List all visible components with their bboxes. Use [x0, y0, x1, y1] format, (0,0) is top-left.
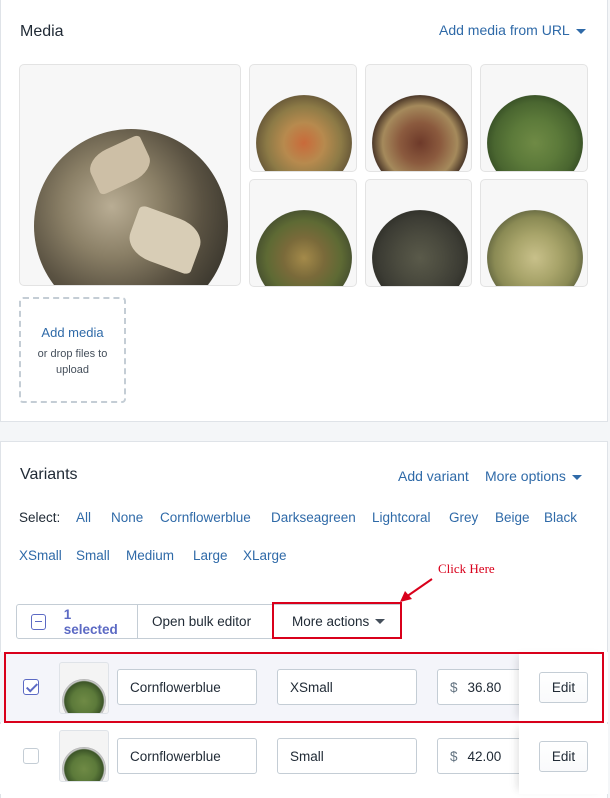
variants-title: Variants: [20, 466, 78, 483]
add-media-from-url-link[interactable]: Add media from URL: [439, 22, 586, 38]
tea-red-blend-image: [256, 95, 352, 171]
select-xlarge[interactable]: XLarge: [243, 548, 287, 563]
select-none[interactable]: None: [111, 510, 143, 525]
tea-berry-blend-image: [372, 95, 468, 171]
add-media-from-url-label: Add media from URL: [439, 22, 570, 38]
media-image-4[interactable]: [480, 64, 588, 172]
deselect-minus-icon[interactable]: [31, 613, 46, 630]
select-cornflowerblue[interactable]: Cornflowerblue: [160, 510, 251, 525]
tea-green-needle-image: [62, 747, 106, 781]
caret-down-icon: [575, 28, 586, 34]
select-all[interactable]: All: [76, 510, 91, 525]
variant-price-value: 42.00: [467, 748, 502, 764]
drop-files-hint: or drop files to upload: [37, 348, 108, 376]
tea-genmaicha-image: [256, 210, 352, 286]
more-options-label: More options: [485, 468, 566, 484]
variant-thumbnail: [59, 730, 109, 782]
open-bulk-editor-button[interactable]: Open bulk editor: [138, 605, 274, 638]
media-image-6[interactable]: [365, 179, 472, 287]
variant-color-field[interactable]: Cornflowerblue: [117, 738, 257, 774]
tea-green-needle-image: [487, 95, 583, 171]
more-options-link[interactable]: More options: [485, 468, 582, 484]
add-media-dropzone[interactable]: Add media or drop files to upload: [19, 297, 126, 403]
select-xsmall[interactable]: XSmall: [19, 548, 62, 563]
media-image-2[interactable]: [249, 64, 357, 172]
variant-row: Cornflowerblue Small $ 42.00 Edit: [0, 724, 608, 794]
media-title: Media: [20, 23, 64, 40]
select-black[interactable]: Black: [544, 510, 577, 525]
selected-row-highlight: [4, 652, 604, 723]
select-beige[interactable]: Beige: [495, 510, 530, 525]
select-grey[interactable]: Grey: [449, 510, 478, 525]
select-darkseagreen[interactable]: Darkseagreen: [271, 510, 356, 525]
caret-down-icon: [571, 474, 582, 480]
bulk-select-toggle[interactable]: 1 selected: [17, 605, 138, 638]
select-lightcoral[interactable]: Lightcoral: [372, 510, 431, 525]
add-media-link[interactable]: Add media: [21, 325, 124, 340]
media-image-3[interactable]: [365, 64, 472, 172]
select-medium[interactable]: Medium: [126, 548, 174, 563]
edit-variant-button[interactable]: Edit: [539, 741, 588, 772]
annotation-arrow-icon: [400, 578, 433, 602]
add-variant-link[interactable]: Add variant: [398, 468, 469, 484]
variant-row-checkbox[interactable]: [23, 748, 39, 764]
currency-symbol: $: [450, 748, 458, 764]
media-image-main[interactable]: [19, 64, 241, 286]
click-here-annotation: Click Here: [438, 561, 495, 576]
select-large[interactable]: Large: [193, 548, 228, 563]
select-small[interactable]: Small: [76, 548, 110, 563]
media-image-7[interactable]: [480, 179, 588, 287]
tea-lemongrass-image: [487, 210, 583, 286]
select-label: Select:: [19, 510, 61, 525]
selected-count: 1 selected: [63, 606, 118, 637]
variant-size-field[interactable]: Small: [277, 738, 417, 774]
more-actions-highlight: [272, 602, 402, 639]
tea-gunpowder-image: [372, 210, 468, 286]
media-image-5[interactable]: [249, 179, 357, 287]
